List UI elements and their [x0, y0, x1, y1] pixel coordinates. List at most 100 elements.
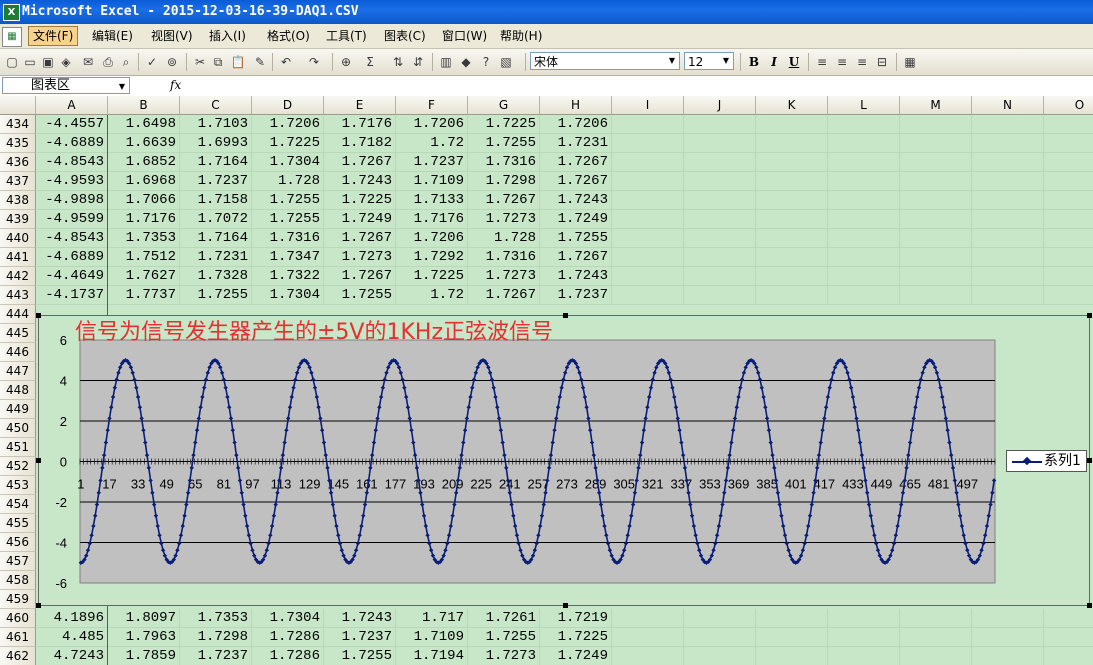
image-icon[interactable]: ▧ [498, 54, 514, 70]
cell[interactable]: 1.7267 [540, 153, 612, 172]
row-header[interactable]: 452 [0, 457, 36, 476]
cell[interactable] [684, 229, 756, 248]
cell[interactable]: 1.7206 [396, 229, 468, 248]
underline-button[interactable]: U [786, 54, 802, 70]
hyperlink-icon[interactable]: ⊕ [338, 54, 354, 70]
worksheet-icon[interactable]: ▦ [2, 27, 22, 47]
cell[interactable] [612, 172, 684, 191]
cell[interactable] [684, 647, 756, 665]
print-icon[interactable]: ⎙ [100, 54, 116, 70]
chart-title[interactable]: 信号为信号发生器产生的±5V的1KHz正弦波信号 [75, 314, 553, 346]
cell[interactable]: -4.8543 [36, 229, 108, 248]
cell[interactable]: 1.7267 [540, 248, 612, 267]
cell[interactable] [756, 153, 828, 172]
cell[interactable]: 1.7249 [540, 210, 612, 229]
cell[interactable]: 1.7255 [468, 134, 540, 153]
row-header[interactable]: 458 [0, 571, 36, 590]
menu-edit[interactable]: 编辑(E) [88, 27, 137, 45]
cell[interactable] [756, 286, 828, 305]
cell[interactable] [828, 172, 900, 191]
cell[interactable] [828, 229, 900, 248]
cell[interactable] [1044, 153, 1093, 172]
cell[interactable] [828, 115, 900, 134]
cell[interactable]: 1.8097 [108, 609, 180, 628]
cell[interactable] [684, 267, 756, 286]
align-center-icon[interactable]: ≡ [834, 54, 850, 70]
row-header[interactable]: 451 [0, 438, 36, 457]
row-header[interactable]: 457 [0, 552, 36, 571]
row-header[interactable]: 447 [0, 362, 36, 381]
help-icon[interactable]: ? [478, 54, 494, 70]
cell[interactable] [756, 172, 828, 191]
row-header[interactable]: 459 [0, 590, 36, 609]
chart-wizard-icon[interactable]: ▥ [438, 54, 454, 70]
redo-icon[interactable]: ↷ [306, 54, 322, 70]
cell[interactable] [612, 609, 684, 628]
selection-handle[interactable] [36, 458, 41, 463]
cell[interactable]: 1.6639 [108, 134, 180, 153]
cell[interactable]: 1.7109 [396, 172, 468, 191]
cell[interactable]: 1.7353 [180, 609, 252, 628]
cell[interactable] [972, 628, 1044, 647]
cell[interactable]: 1.7963 [108, 628, 180, 647]
cell[interactable]: 4.1896 [36, 609, 108, 628]
menu-file[interactable]: 文件(F) [28, 26, 79, 46]
cell[interactable]: 1.7243 [540, 191, 612, 210]
cell[interactable]: 1.7249 [324, 210, 396, 229]
cell[interactable]: 1.7261 [468, 609, 540, 628]
new-icon[interactable]: ▢ [4, 54, 20, 70]
cell[interactable]: 1.7298 [180, 628, 252, 647]
cell[interactable]: 1.7237 [540, 286, 612, 305]
cell[interactable] [900, 134, 972, 153]
cell[interactable] [756, 115, 828, 134]
cell[interactable]: 1.7103 [180, 115, 252, 134]
cell[interactable] [900, 267, 972, 286]
menu-chart[interactable]: 图表(C) [380, 27, 430, 45]
cell[interactable] [828, 286, 900, 305]
row-header[interactable]: 454 [0, 495, 36, 514]
cell[interactable] [756, 609, 828, 628]
cell[interactable]: 1.7176 [396, 210, 468, 229]
column-header-e[interactable]: E [324, 96, 396, 115]
cell[interactable]: 1.72 [396, 134, 468, 153]
cell[interactable]: 1.7225 [540, 628, 612, 647]
chevron-down-icon[interactable]: ▼ [720, 54, 732, 68]
row-header[interactable]: 461 [0, 628, 36, 647]
italic-button[interactable]: I [766, 54, 782, 70]
cell[interactable] [900, 210, 972, 229]
spelling-icon[interactable]: ✓ [144, 54, 160, 70]
menu-format[interactable]: 格式(O) [263, 27, 314, 45]
font-size-select[interactable]: 12 ▼ [684, 52, 734, 70]
column-header-n[interactable]: N [972, 96, 1044, 115]
column-header-b[interactable]: B [108, 96, 180, 115]
cell[interactable] [828, 267, 900, 286]
cell[interactable]: 1.7267 [468, 286, 540, 305]
cell[interactable] [972, 191, 1044, 210]
copy-icon[interactable]: ⧉ [210, 54, 226, 70]
name-box[interactable]: 图表区 ▼ [2, 77, 130, 94]
cell[interactable]: 1.7328 [180, 267, 252, 286]
cell[interactable]: 1.7316 [468, 248, 540, 267]
cell[interactable]: 1.6968 [108, 172, 180, 191]
cell[interactable]: 1.7316 [468, 153, 540, 172]
column-header-k[interactable]: K [756, 96, 828, 115]
cell[interactable] [1044, 647, 1093, 665]
format-painter-icon[interactable]: ✎ [252, 54, 268, 70]
cell[interactable]: 1.7237 [396, 153, 468, 172]
cell[interactable] [756, 647, 828, 665]
cell[interactable] [972, 210, 1044, 229]
cell[interactable] [1044, 191, 1093, 210]
cell[interactable]: 1.7273 [324, 248, 396, 267]
cell[interactable] [612, 628, 684, 647]
cell[interactable]: 1.7737 [108, 286, 180, 305]
cell[interactable] [900, 248, 972, 267]
cell[interactable]: 1.7219 [540, 609, 612, 628]
cell[interactable]: 1.7267 [324, 153, 396, 172]
cell[interactable]: 1.7225 [468, 115, 540, 134]
row-header[interactable]: 453 [0, 476, 36, 495]
cell[interactable]: -4.9593 [36, 172, 108, 191]
cell[interactable]: 1.7249 [540, 647, 612, 665]
cell[interactable] [756, 134, 828, 153]
cell[interactable]: 1.7176 [324, 115, 396, 134]
cell[interactable]: 1.7133 [396, 191, 468, 210]
